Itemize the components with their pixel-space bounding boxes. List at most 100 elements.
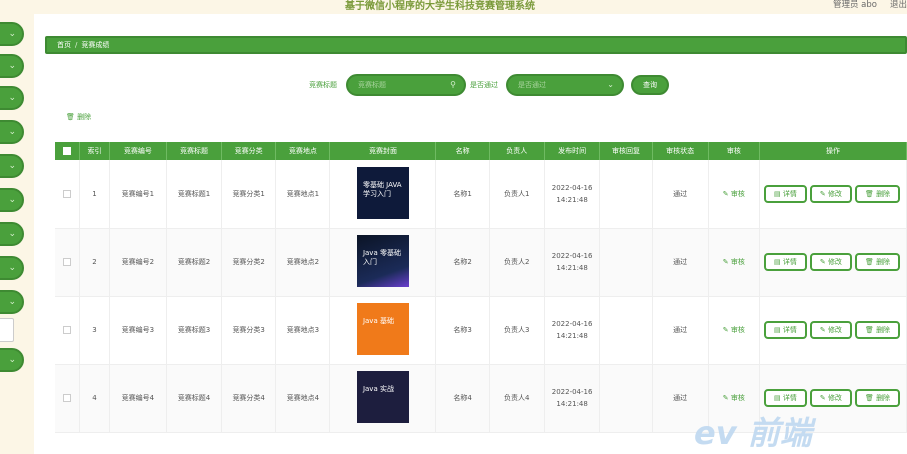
column-header: 审核	[708, 142, 760, 160]
row-reply	[599, 296, 653, 365]
row-title: 竞赛标题3	[166, 296, 223, 365]
detail-button[interactable]: ▤ 详情	[763, 253, 807, 271]
row-code: 竞赛编号3	[109, 296, 167, 365]
row-category: 竞赛分类2	[221, 228, 277, 297]
watermark-logo: ev 前端	[694, 414, 812, 452]
row-checkbox[interactable]	[55, 228, 81, 297]
trash-icon: 🗑	[864, 189, 874, 198]
row-checkbox[interactable]	[55, 296, 81, 365]
row-reply	[599, 228, 653, 297]
detail-button[interactable]: ▤ 详情	[763, 389, 807, 407]
app-title: 基于微信小程序的大学生科技竞赛管理系统	[345, 1, 535, 12]
audit-link[interactable]: ✎ 审核	[708, 228, 760, 297]
chevron-down-icon: ⌄	[8, 161, 16, 171]
row-name: 名称4	[435, 364, 490, 433]
delete-button[interactable]: 🗑 删除	[854, 184, 901, 203]
detail-button[interactable]: ▤ 详情	[763, 184, 807, 203]
row-code: 竞赛编号2	[109, 228, 167, 297]
batch-delete-button[interactable]: 🗑 删除	[66, 112, 91, 122]
row-name: 名称1	[435, 160, 490, 229]
chevron-down-icon: ⌄	[8, 355, 16, 365]
sidebar-menu-item[interactable]: ⌄	[0, 86, 24, 110]
title-filter-label: 竞赛标题	[309, 81, 337, 89]
row-index: 3	[79, 296, 110, 365]
cover-caption: Java 基础	[362, 317, 394, 325]
edit-icon: ✎	[819, 326, 826, 334]
pass-filter-label: 是否通过	[470, 81, 498, 89]
cover-image: Java 实战	[356, 371, 409, 423]
edit-icon: ✎	[819, 189, 826, 198]
edit-button[interactable]: ✎ 修改	[809, 389, 852, 407]
user-label: 管理员 abo	[832, 0, 877, 10]
sidebar-menu-item[interactable]: ⌄	[0, 54, 24, 78]
cover-image: Java 零基础入门	[356, 235, 409, 287]
chevron-down-icon: ⌄	[8, 263, 16, 273]
sidebar-menu-item[interactable]: ⌄	[0, 22, 24, 46]
document-icon: ▤	[773, 326, 781, 334]
chevron-down-icon: ⌄	[8, 29, 16, 39]
row-category: 竞赛分类3	[221, 296, 277, 365]
breadcrumb: 首页 / 竞赛成绩	[45, 36, 907, 54]
chevron-down-icon: ⌄	[8, 229, 16, 239]
row-code: 竞赛编号4	[109, 364, 167, 433]
column-header: 审核状态	[652, 142, 709, 160]
chevron-down-icon: ⌄	[8, 93, 16, 103]
row-publish-time: 2022-04-16 14:21:48	[544, 296, 601, 365]
row-title: 竞赛标题1	[166, 160, 223, 229]
results-table: 索引 竞赛编号 竞赛标题 竞赛分类 竞赛地点 竞赛封面 名称 负责人 发布时间 …	[55, 142, 907, 433]
row-reply	[599, 160, 653, 229]
delete-button[interactable]: 🗑 删除	[854, 389, 901, 407]
row-status: 通过	[652, 296, 709, 365]
edit-button[interactable]: ✎ 修改	[809, 184, 852, 203]
sidebar-menu-item[interactable]: ⌄	[0, 188, 24, 212]
delete-button[interactable]: 🗑 删除	[854, 321, 901, 339]
search-bar: 竞赛标题 竞赛标题 ⚲ 是否通过 是否通过 ⌄ 查询	[34, 74, 907, 98]
logout-link[interactable]: 退出	[890, 0, 907, 10]
column-header: 发布时间	[544, 142, 601, 160]
chevron-down-icon: ⌄	[607, 80, 614, 89]
sidebar-menu-item[interactable]: ⌄	[0, 290, 24, 314]
document-icon: ▤	[773, 394, 781, 402]
row-reply	[599, 364, 653, 433]
column-header: 竞赛地点	[275, 142, 331, 160]
edit-icon: ✎	[819, 394, 826, 402]
row-publish-time: 2022-04-16 14:21:48	[544, 160, 601, 229]
title-search-input[interactable]: 竞赛标题 ⚲	[346, 74, 466, 96]
row-leader: 负责人1	[489, 160, 545, 229]
detail-button[interactable]: ▤ 详情	[763, 321, 807, 339]
table-row: 2 竞赛编号2 竞赛标题2 竞赛分类2 竞赛地点2 Java 零基础入门 名称2…	[55, 228, 907, 297]
sidebar-menu-item[interactable]: ⌄	[0, 120, 24, 144]
sidebar-menu-item[interactable]: ⌄	[0, 154, 24, 178]
row-publish-time: 2022-04-16 14:21:48	[544, 228, 601, 297]
row-title: 竞赛标题4	[166, 364, 223, 433]
main-content: 首页 / 竞赛成绩 竞赛标题 竞赛标题 ⚲ 是否通过 是否通过 ⌄ 查询 🗑 删除 …	[34, 14, 907, 454]
sidebar-menu-item[interactable]: ⌄	[0, 348, 24, 372]
delete-button[interactable]: 🗑 删除	[854, 253, 901, 271]
pass-select[interactable]: 是否通过 ⌄	[506, 74, 624, 96]
query-button[interactable]: 查询	[631, 75, 669, 95]
sidebar-active-item[interactable]	[0, 318, 14, 342]
row-checkbox[interactable]	[55, 160, 81, 229]
row-place: 竞赛地点2	[275, 228, 331, 297]
column-header: 索引	[79, 142, 110, 160]
row-checkbox[interactable]	[55, 364, 81, 433]
search-icon: ⚲	[450, 80, 456, 89]
row-index: 1	[79, 160, 110, 229]
sidebar-menu-item[interactable]: ⌄	[0, 222, 24, 246]
audit-link[interactable]: ✎ 审核	[708, 296, 760, 365]
row-place: 竞赛地点4	[275, 364, 331, 433]
sidebar-menu-item[interactable]: ⌄	[0, 256, 24, 280]
edit-button[interactable]: ✎ 修改	[809, 253, 852, 271]
edit-icon: ✎	[722, 394, 729, 402]
table-header: 索引 竞赛编号 竞赛标题 竞赛分类 竞赛地点 竞赛封面 名称 负责人 发布时间 …	[55, 142, 907, 160]
edit-icon: ✎	[722, 189, 729, 198]
breadcrumb-home[interactable]: 首页	[57, 41, 71, 49]
row-category: 竞赛分类4	[221, 364, 277, 433]
audit-link[interactable]: ✎ 审核	[708, 160, 760, 229]
row-place: 竞赛地点3	[275, 296, 331, 365]
sidebar: ⌄ ⌄ ⌄ ⌄ ⌄ ⌄ ⌄ ⌄ ⌄ ⌄	[0, 14, 34, 454]
document-icon: ▤	[773, 258, 781, 266]
trash-icon: 🗑	[66, 113, 75, 121]
select-all-checkbox[interactable]	[55, 142, 81, 160]
edit-button[interactable]: ✎ 修改	[809, 321, 852, 339]
